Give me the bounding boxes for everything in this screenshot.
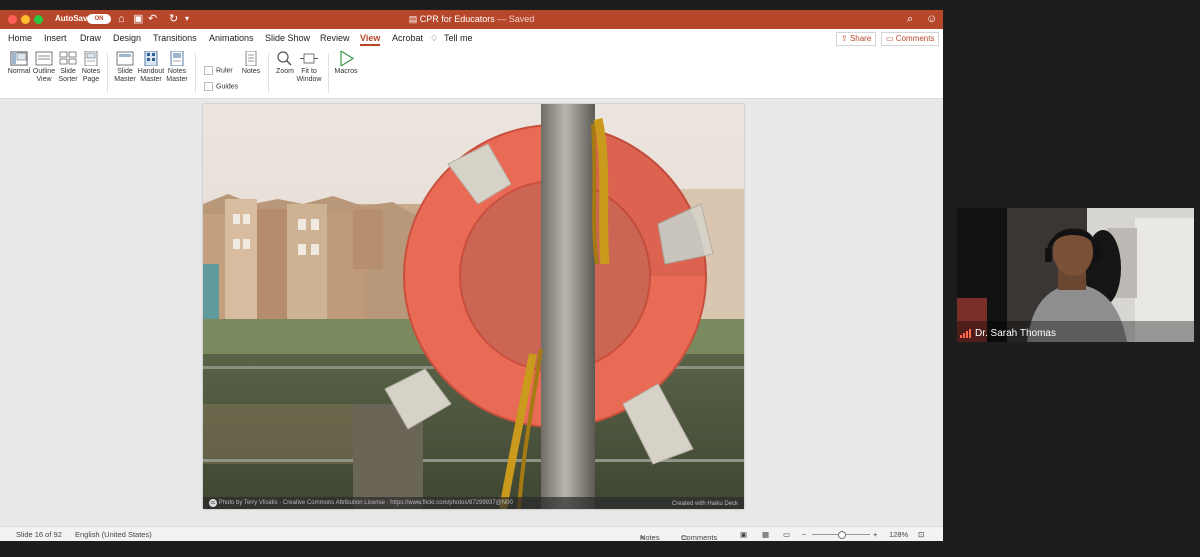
comments-button[interactable]: ▭ Comments [881,32,940,46]
participant-name: Dr. Sarah Thomas [975,328,1056,339]
powerpoint-window: AutoSave ON ⌂ ▣ ↶ ↻ ▾ ▤ CPR for Educator… [0,10,943,541]
guides-checkbox[interactable]: Guides [204,82,238,91]
notes-master-label-2: Master [166,76,188,83]
notes-master-label-1: Notes [167,68,187,75]
fit-to-window-label-2: Window [296,76,322,83]
tab-acrobat[interactable]: Acrobat [392,33,423,43]
ribbon-separator [328,53,329,93]
macros-button[interactable]: Macros [332,51,360,76]
slide-sorter-label-1: Slide [60,68,76,75]
signal-strength-icon [960,328,972,338]
guides-label: Guides [216,83,239,91]
notes-button[interactable]: Notes [237,51,265,76]
notes-page-icon [84,51,98,66]
normal-view-icon [10,51,28,66]
outline-view-label-1: Outline [32,68,56,75]
zoom-slider-thumb[interactable] [838,531,846,539]
document-title: ▤ CPR for Educators — Saved [0,14,943,25]
notes-label: Notes [241,68,261,75]
zoom-in-button[interactable]: + [873,530,877,539]
macros-label: Macros [334,68,358,75]
creative-commons-icon: cc [209,499,217,507]
comment-icon: ▭ [886,34,896,43]
handout-master-label-2: Master [140,76,162,83]
checkbox-icon [204,66,213,75]
fit-to-window-icon [300,53,318,64]
slide-sorter-label-2: Sorter [58,76,78,83]
checkbox-icon [204,82,213,91]
haiku-deck-credit: Created with Haiku Deck [671,501,738,507]
tab-insert[interactable]: Insert [44,33,67,43]
ribbon-separator [195,53,196,93]
lightbulb-icon: ♢ [430,33,439,43]
zoom-level[interactable]: 128% [889,530,908,539]
tab-draw[interactable]: Draw [80,33,101,43]
outline-view-label-2: View [36,76,52,83]
tab-slide-show[interactable]: Slide Show [265,33,310,43]
photo-credit-text: Photo by Terry Vlisidis · Creative Commo… [218,500,513,506]
normal-view-status-icon[interactable]: ▣ [740,530,747,539]
slide-master-icon [116,51,134,66]
slide-counter: Slide 16 of 92 [16,530,62,539]
participant-video [957,208,1194,342]
view-ribbon: Normal Outline View Slide Sorter Notes Page… [0,49,943,99]
slide-sorter-status-icon[interactable]: ▦ [762,530,769,539]
magnifier-icon [277,51,292,66]
slide-master-label-2: Master [114,76,136,83]
notes-page-label-1: Notes [81,68,101,75]
language-status[interactable]: English (United States) [75,530,152,539]
outline-view-icon [35,51,53,66]
ruler-label: Ruler [216,67,233,75]
share-button[interactable]: ⇪ Share [836,32,877,46]
account-icon[interactable]: ☺ [926,12,937,26]
notes-page-label-2: Page [82,76,100,83]
ribbon-tabs: Home Insert Draw Design Transitions Anim… [0,29,943,49]
tab-design[interactable]: Design [113,33,141,43]
tell-me-field[interactable]: Tell me [444,33,473,43]
play-macro-icon [340,51,355,66]
title-bar: AutoSave ON ⌂ ▣ ↶ ↻ ▾ ▤ CPR for Educator… [0,10,943,29]
current-slide[interactable]: cc Photo by Terry Vlisidis · Creative Co… [203,104,744,509]
ruler-checkbox[interactable]: Ruler [204,66,233,75]
slideshow-status-icon[interactable]: ▭ [783,530,790,539]
handout-master-button[interactable]: Handout Master [137,51,165,84]
share-icon: ⇪ [841,34,850,43]
notes-page-button[interactable]: Notes Page [77,51,105,84]
normal-view-label: Normal [7,68,31,75]
comments-label: Comments [895,34,935,43]
notes-icon [245,51,257,66]
slide-photo-lifebuoy [203,104,744,509]
comments-status-label: Comments [681,533,718,541]
fit-to-window-button[interactable]: Fit to Window [295,51,323,84]
participant-video-frame [957,208,1194,342]
notes-status-label: Notes [640,533,660,541]
normal-view-button[interactable]: Normal [5,51,33,76]
zoom-out-button[interactable]: − [802,530,806,539]
slide-master-label-1: Slide [117,68,133,75]
notes-master-button[interactable]: Notes Master [163,51,191,84]
photo-attribution: cc Photo by Terry Vlisidis · Creative Co… [209,499,513,507]
slide-master-button[interactable]: Slide Master [111,51,139,84]
slide-sorter-icon [59,51,77,65]
status-bar: Slide 16 of 92 English (United States) ≡… [0,526,943,541]
tab-transitions[interactable]: Transitions [153,33,197,43]
share-label: Share [849,34,872,43]
tab-home[interactable]: Home [8,33,32,43]
tab-animations[interactable]: Animations [209,33,254,43]
fit-to-window-label-1: Fit to [301,68,317,75]
slide-editing-area[interactable]: cc Photo by Terry Vlisidis · Creative Co… [0,99,943,526]
zoom-label: Zoom [276,68,294,75]
tab-view[interactable]: View [360,33,381,46]
fit-slide-icon[interactable]: ⊡ [918,530,924,539]
search-icon[interactable]: ⌕ [907,12,913,26]
saved-status: — Saved [497,14,535,24]
ribbon-separator [107,53,108,93]
document-icon: ▤ [408,14,420,24]
tab-review[interactable]: Review [320,33,350,43]
notes-master-icon [170,51,184,66]
document-name: CPR for Educators [419,14,495,24]
handout-master-icon [144,51,158,66]
ribbon-separator [268,53,269,93]
handout-master-label-1: Handout [137,68,165,75]
